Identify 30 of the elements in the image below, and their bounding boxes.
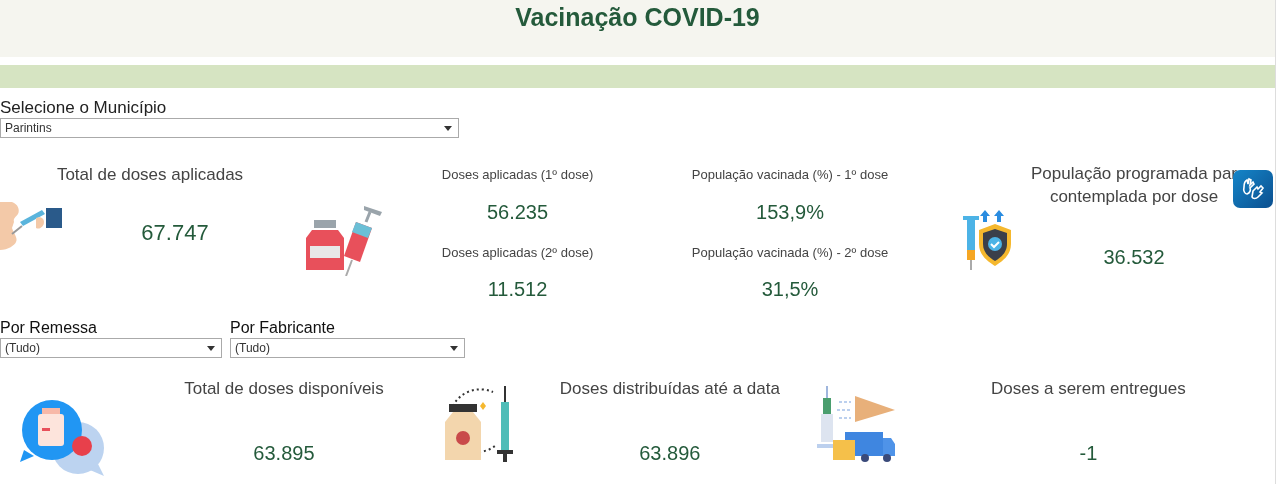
- municipality-dropdown[interactable]: Parintins: [0, 118, 459, 138]
- metric-label: População vacinada (%) - 1º dose: [690, 166, 890, 184]
- metric-value: 11.512: [486, 277, 549, 302]
- metric-value: 31,5%: [760, 277, 820, 302]
- filter-dropdown[interactable]: (Tudo): [0, 338, 222, 358]
- filter-label: Por Remessa: [0, 318, 98, 338]
- caret-icon: [207, 345, 215, 351]
- metric-label: Doses aplicadas (1º dose): [440, 166, 595, 184]
- filter-label: Selecione o Município: [0, 98, 168, 118]
- filter-dropdown[interactable]: (Tudo): [230, 338, 465, 358]
- dashboard-title: Vacinação COVID-19: [514, 2, 761, 32]
- metric-value: 153,9%: [755, 199, 825, 225]
- metric-value: -1: [1078, 440, 1099, 466]
- metric-title: Total de doses disponíveis: [183, 378, 385, 400]
- syringe-and-delivery-truck-icon: [816, 386, 895, 462]
- metric-value: 56.235: [485, 199, 550, 225]
- caret-icon: [444, 125, 452, 131]
- metric-value: 67.747: [140, 219, 210, 247]
- metric-title: População programada par contemplada por dose: [1030, 163, 1238, 208]
- metric-title: Doses a serem entregues: [990, 378, 1187, 400]
- metric-title: Doses distribuídas até a data: [558, 378, 781, 400]
- caret-icon: [450, 345, 458, 351]
- filter-label: Por Fabricante: [230, 318, 336, 338]
- metric-label: Doses aplicadas (2º dose): [440, 243, 595, 262]
- metric-value: 63.896: [638, 440, 702, 466]
- metric-title: Total de doses aplicadas: [55, 164, 245, 186]
- metric-label: População vacinada (%) - 2º dose: [690, 243, 890, 262]
- metric-value: 36.532: [1102, 245, 1166, 270]
- hands-icon: [1240, 177, 1266, 201]
- metric-value: 63.895: [252, 440, 316, 466]
